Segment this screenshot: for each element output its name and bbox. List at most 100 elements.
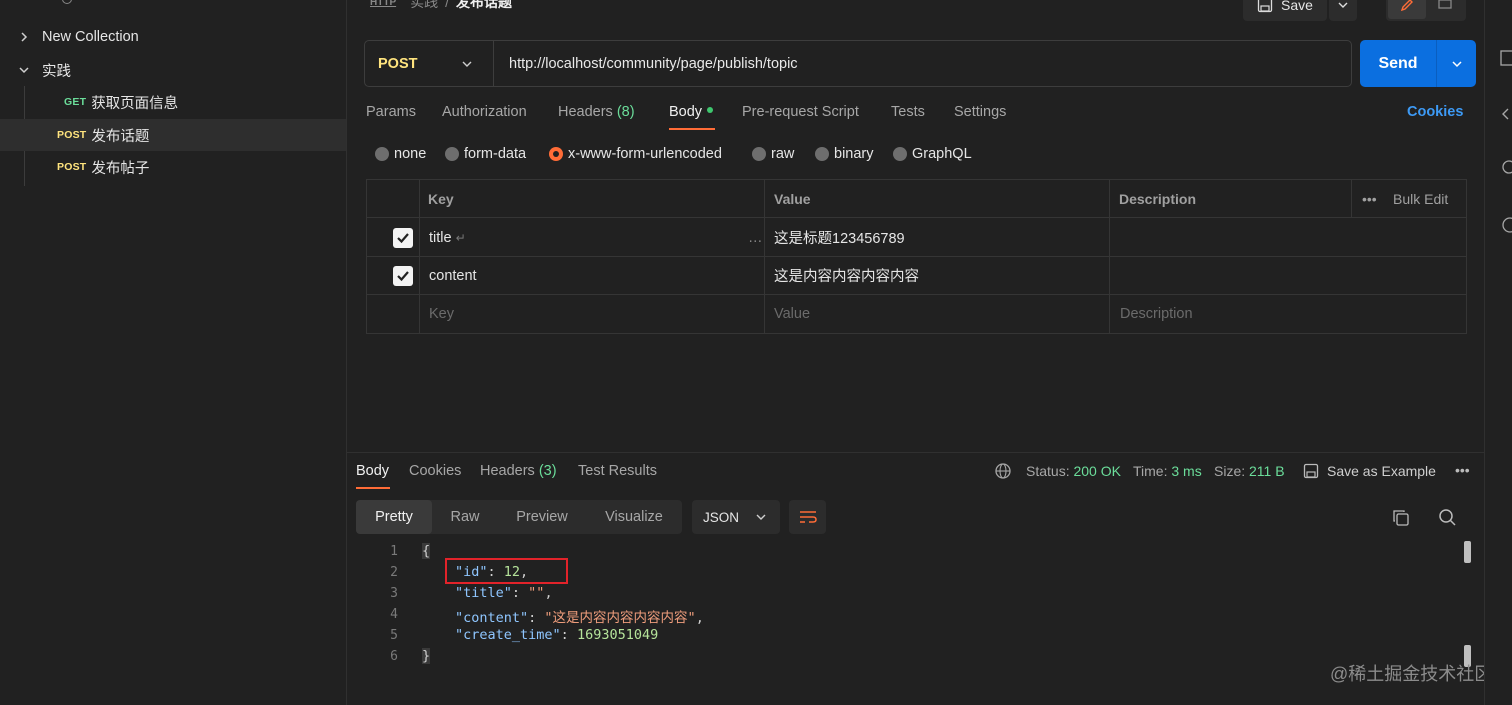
radio-raw[interactable]: raw: [752, 146, 794, 162]
search-icon[interactable]: [1438, 508, 1457, 527]
check-icon: [397, 270, 409, 281]
view-mode-raw[interactable]: Raw: [432, 500, 498, 534]
send-dropdown[interactable]: [1437, 58, 1476, 70]
save-button[interactable]: Save: [1243, 0, 1327, 21]
view-mode-pretty[interactable]: Pretty: [356, 500, 432, 534]
url-input[interactable]: [494, 41, 1351, 86]
folder-shijian[interactable]: 实践: [0, 54, 346, 86]
sidebar-top-icon[interactable]: [62, 0, 72, 4]
response-tab-body[interactable]: Body: [356, 463, 389, 479]
wrap-lines-button[interactable]: [789, 500, 826, 534]
time-readout[interactable]: Time: 3 ms: [1133, 463, 1202, 479]
radio-label: raw: [771, 146, 795, 162]
radio-dot: [375, 147, 389, 161]
radio-none[interactable]: none: [375, 146, 426, 162]
value-placeholder[interactable]: Value: [774, 295, 810, 333]
time-value: 3 ms: [1171, 463, 1202, 479]
key-overflow-icon[interactable]: …: [748, 219, 763, 256]
radio-binary[interactable]: binary: [815, 146, 874, 162]
radio-graphql[interactable]: GraphQL: [893, 146, 972, 162]
radio-x-www-form-urlencoded[interactable]: x-www-form-urlencoded: [549, 146, 722, 162]
format-select[interactable]: JSON: [692, 500, 780, 534]
method-select[interactable]: POST: [365, 41, 494, 86]
request-item-publish-post[interactable]: POST 发布帖子: [0, 151, 346, 183]
row-key[interactable]: title ↵: [429, 219, 466, 256]
cookies-link[interactable]: Cookies: [1407, 104, 1463, 120]
code-line: "create_time": 1693051049: [455, 627, 659, 643]
json-string: "": [528, 585, 545, 601]
view-mode-visualize[interactable]: Visualize: [586, 500, 682, 534]
view-mode-toggle: [1386, 0, 1466, 21]
copy-icon[interactable]: [1392, 509, 1410, 527]
table-header-row: Key Value Description ••• Bulk Edit: [367, 180, 1466, 218]
request-item-get-page-info[interactable]: GET 获取页面信息: [0, 86, 346, 118]
table-row: title ↵ … 这是标题123456789: [367, 219, 1466, 257]
tab-settings[interactable]: Settings: [954, 104, 1006, 120]
view-mode-preview[interactable]: Preview: [498, 500, 586, 534]
response-tab-headers[interactable]: Headers (3): [480, 463, 557, 479]
send-button[interactable]: Send: [1360, 40, 1476, 87]
response-more-icon[interactable]: •••: [1455, 462, 1470, 478]
tab-tests[interactable]: Tests: [891, 104, 925, 120]
tab-body-label: Body: [669, 104, 703, 120]
tab-body[interactable]: Body: [669, 104, 714, 120]
response-tab-test-results[interactable]: Test Results: [578, 463, 657, 479]
chevron-down-icon: [462, 61, 472, 67]
bulk-edit-button[interactable]: Bulk Edit: [1393, 180, 1448, 217]
chevron-right-icon[interactable]: [18, 31, 30, 43]
annotation-highlight-box: [445, 558, 568, 584]
breadcrumb-current[interactable]: 发布话题: [456, 0, 512, 12]
code-line: "title": "",: [455, 585, 553, 601]
info-icon[interactable]: [1500, 216, 1512, 234]
sidebar: ··· New Collection 实践 GET 获取页面信息 POST 发布…: [0, 0, 347, 705]
request-item-publish-topic[interactable]: POST 发布话题: [0, 119, 346, 151]
response-divider[interactable]: [347, 452, 1484, 453]
comment-icon: [1438, 0, 1452, 9]
chevron-down-icon: [1451, 60, 1462, 67]
edit-mode-button[interactable]: [1388, 0, 1426, 19]
breadcrumb-separator: /: [445, 0, 449, 10]
check-icon: [397, 232, 409, 243]
comment-mode-button[interactable]: [1426, 0, 1464, 19]
size-value: 211 B: [1249, 463, 1285, 479]
collection-new-collection[interactable]: New Collection: [0, 21, 346, 53]
chevron-down-icon[interactable]: [18, 64, 30, 76]
status-readout[interactable]: Status: 200 OK: [1026, 463, 1121, 479]
folder-label: 实践: [42, 63, 71, 80]
response-tab-cookies[interactable]: Cookies: [409, 463, 461, 479]
radio-form-data[interactable]: form-data: [445, 146, 526, 162]
scrollbar-thumb[interactable]: [1464, 541, 1471, 563]
documentation-icon[interactable]: [1500, 50, 1512, 66]
header-key: Key: [428, 190, 454, 207]
breadcrumb-parent[interactable]: 实践: [410, 0, 438, 12]
description-placeholder[interactable]: Description: [1120, 295, 1193, 333]
line-number: 4: [390, 607, 398, 622]
row-checkbox[interactable]: [393, 219, 413, 256]
globe-icon[interactable]: [994, 462, 1012, 480]
code-snippet-icon[interactable]: [1500, 106, 1512, 122]
tab-pre-request-script[interactable]: Pre-request Script: [742, 104, 859, 120]
response-tab-headers-label: Headers: [480, 463, 535, 479]
tab-params[interactable]: Params: [366, 104, 416, 120]
row-value[interactable]: 这是内容内容内容内容: [774, 257, 919, 294]
tab-headers[interactable]: Headers (8): [558, 104, 635, 120]
key-placeholder[interactable]: Key: [429, 295, 454, 333]
sidebar-more-icon[interactable]: ···: [316, 0, 330, 6]
row-checkbox[interactable]: [393, 257, 413, 294]
request-name: 发布话题: [91, 128, 150, 145]
pencil-icon: [1400, 0, 1413, 11]
lightbulb-icon[interactable]: [1500, 160, 1512, 178]
row-key[interactable]: content: [429, 257, 477, 294]
json-key: "content": [455, 610, 529, 626]
save-dropdown-button[interactable]: [1329, 0, 1357, 21]
more-options-icon[interactable]: •••: [1362, 180, 1377, 217]
save-as-example-button[interactable]: Save as Example: [1303, 463, 1436, 479]
tab-authorization[interactable]: Authorization: [442, 104, 527, 120]
table-row-empty: Key Value Description: [367, 295, 1466, 333]
format-value: JSON: [703, 509, 740, 525]
collection-label: New Collection: [42, 29, 139, 45]
method-badge: POST: [57, 161, 87, 173]
row-value[interactable]: 这是标题123456789: [774, 219, 905, 256]
size-readout[interactable]: Size: 211 B: [1214, 463, 1285, 479]
tab-headers-count: (8): [616, 104, 635, 120]
